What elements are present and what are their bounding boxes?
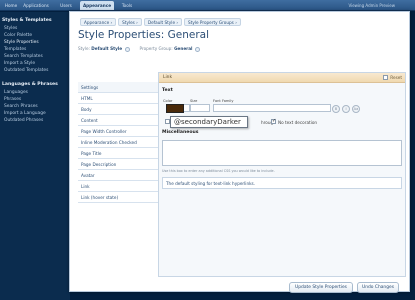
- style-filter[interactable]: Style: Default Style: [78, 46, 130, 52]
- chevron-down-icon[interactable]: [124, 46, 130, 52]
- sidebar: Styles & Templates Styles Color Palette …: [0, 12, 70, 300]
- sidebar-group-styles[interactable]: Styles & Templates: [2, 18, 52, 23]
- breadcrumb-default-style[interactable]: Default Style ›: [143, 18, 183, 26]
- sidebar-item-outdated-templates[interactable]: Outdated Templates: [4, 68, 48, 73]
- property-list: Settings HTML Body Content Page Width Co…: [78, 82, 158, 203]
- size-input[interactable]: [190, 104, 210, 112]
- group-filter[interactable]: Property Group: General: [140, 46, 200, 52]
- reset-label: Reset: [390, 75, 402, 80]
- sidebar-item-search-templates[interactable]: Search Templates: [4, 54, 43, 59]
- group-filter-label: Property Group:: [139, 46, 173, 51]
- property-item-page-width[interactable]: Page Width Controller: [78, 126, 158, 137]
- property-item-page-description[interactable]: Page Description: [78, 159, 158, 170]
- reset-toggle[interactable]: Reset: [383, 75, 402, 80]
- sidebar-item-outdated-phrases[interactable]: Outdated Phrases: [4, 118, 43, 123]
- property-item-inline-moderation[interactable]: Inline Moderation Checked: [78, 137, 158, 148]
- nav-tab-home[interactable]: Home: [3, 1, 19, 10]
- property-description: The default styling for text-link hyperl…: [162, 177, 402, 189]
- misc-css-textarea[interactable]: [162, 140, 402, 166]
- top-navigation: Home Applications Users Appearance Tools…: [0, 0, 415, 11]
- update-style-properties-button[interactable]: Update Style Properties: [289, 282, 353, 293]
- sidebar-item-styles[interactable]: Styles: [4, 26, 17, 31]
- property-item-content[interactable]: Content: [78, 115, 158, 126]
- style-filter-value[interactable]: Default Style: [91, 46, 122, 51]
- italic-button[interactable]: I: [342, 105, 350, 113]
- sidebar-item-phrases[interactable]: Phrases: [4, 97, 21, 102]
- size-label: Size: [190, 99, 198, 103]
- color-label: Color: [163, 99, 173, 103]
- page-title: Style Properties: General: [78, 29, 210, 41]
- sidebar-item-style-properties[interactable]: Style Properties: [4, 40, 39, 45]
- sidebar-item-color-palette[interactable]: Color Palette: [4, 33, 32, 38]
- nav-tab-tools[interactable]: Tools: [120, 1, 134, 10]
- property-item-link[interactable]: Link: [78, 181, 158, 192]
- color-tooltip: @secondaryDarker: [170, 116, 248, 128]
- breadcrumb-styles[interactable]: Styles ›: [118, 18, 142, 26]
- sidebar-item-templates[interactable]: Templates: [4, 47, 26, 52]
- color-swatch[interactable]: [166, 104, 184, 113]
- top-right-status[interactable]: Viewing Admin Preview: [348, 0, 395, 11]
- text-section-label: Text: [162, 88, 173, 93]
- property-item-body[interactable]: Body: [78, 104, 158, 115]
- breadcrumb-appearance[interactable]: Appearance ›: [80, 18, 117, 26]
- property-item-html[interactable]: HTML: [78, 93, 158, 104]
- property-item-settings[interactable]: Settings: [78, 82, 158, 93]
- font-family-label: Font Family: [213, 99, 234, 103]
- main-panel: Appearance › Styles › Default Style › St…: [69, 11, 410, 293]
- nav-tab-users[interactable]: Users: [58, 1, 74, 10]
- property-item-link-hover[interactable]: Link (hover state): [78, 192, 158, 203]
- no-decoration-label: No text decoration: [278, 120, 318, 125]
- sidebar-item-import-language[interactable]: Import a Language: [4, 111, 46, 116]
- nav-tab-appearance[interactable]: Appearance: [80, 1, 114, 10]
- sidebar-item-import-style[interactable]: Import a Style: [4, 61, 35, 66]
- nav-tab-applications[interactable]: Applications: [21, 1, 51, 10]
- misc-hint: Use this box to enter any additional CSS…: [162, 169, 275, 173]
- no-decoration-checkbox[interactable]: [271, 118, 276, 124]
- undo-changes-button[interactable]: Undo Changes: [357, 282, 399, 293]
- editor-title: Link: [163, 75, 172, 80]
- property-item-avatar[interactable]: Avatar: [78, 170, 158, 181]
- group-filter-value[interactable]: General: [174, 46, 192, 51]
- case-button[interactable]: Aa: [352, 105, 360, 113]
- property-item-page-title[interactable]: Page Title: [78, 148, 158, 159]
- style-filter-label: Style:: [78, 46, 90, 51]
- misc-section-label: Miscellaneous: [162, 130, 199, 135]
- bold-button[interactable]: B: [332, 105, 340, 113]
- reset-checkbox[interactable]: [383, 75, 389, 80]
- sidebar-group-languages[interactable]: Languages & Phrases: [2, 82, 58, 87]
- sidebar-item-languages[interactable]: Languages: [4, 90, 28, 95]
- sidebar-item-search-phrases[interactable]: Search Phrases: [4, 104, 38, 109]
- breadcrumb-property-groups[interactable]: Style Property Groups ›: [184, 18, 241, 26]
- breadcrumb: Appearance › Styles › Default Style › St…: [80, 18, 241, 26]
- editor-header: Link Reset: [159, 73, 405, 83]
- filter-bar: Style: Default Style Property Group: Gen…: [78, 46, 200, 52]
- property-editor: Link Reset Text Color Size Font Family B…: [158, 72, 406, 277]
- font-family-input[interactable]: [213, 104, 331, 112]
- chevron-down-icon[interactable]: [194, 46, 200, 52]
